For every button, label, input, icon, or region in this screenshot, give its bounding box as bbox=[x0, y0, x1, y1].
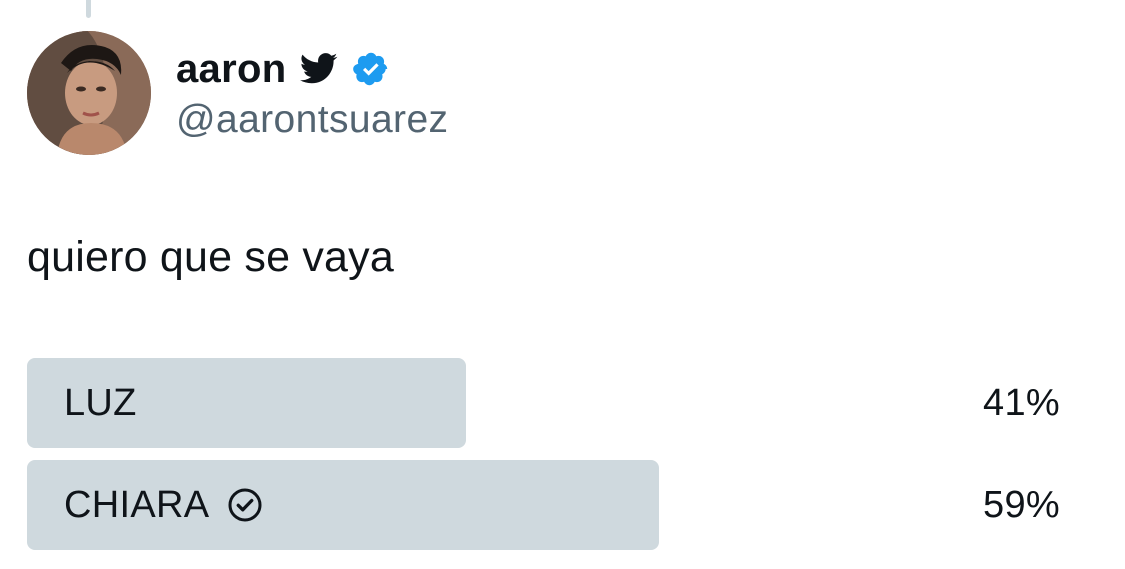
tweet-text: quiero que se vaya bbox=[27, 233, 394, 281]
check-circle-icon bbox=[227, 487, 263, 523]
poll-option-percent: 59% bbox=[983, 483, 1060, 526]
twitter-bird-icon bbox=[300, 53, 338, 85]
user-info: aaron @aarontsuarez bbox=[176, 44, 448, 142]
verified-badge-icon bbox=[352, 50, 390, 88]
thread-connector-line bbox=[86, 0, 91, 18]
display-name[interactable]: aaron bbox=[176, 47, 286, 92]
poll-option-label: CHIARA bbox=[64, 460, 263, 550]
avatar-image bbox=[27, 31, 151, 155]
user-handle[interactable]: @aarontsuarez bbox=[176, 98, 448, 142]
name-row: aaron bbox=[176, 44, 448, 94]
poll-option-text: LUZ bbox=[64, 381, 137, 424]
poll-option-percent: 41% bbox=[983, 381, 1060, 424]
poll-option-luz: LUZ 41% bbox=[27, 358, 1083, 448]
avatar[interactable] bbox=[27, 31, 151, 155]
poll-option-text: CHIARA bbox=[64, 483, 210, 526]
poll-option-label: LUZ bbox=[64, 358, 137, 448]
poll-option-chiara: CHIARA 59% bbox=[27, 460, 1083, 550]
